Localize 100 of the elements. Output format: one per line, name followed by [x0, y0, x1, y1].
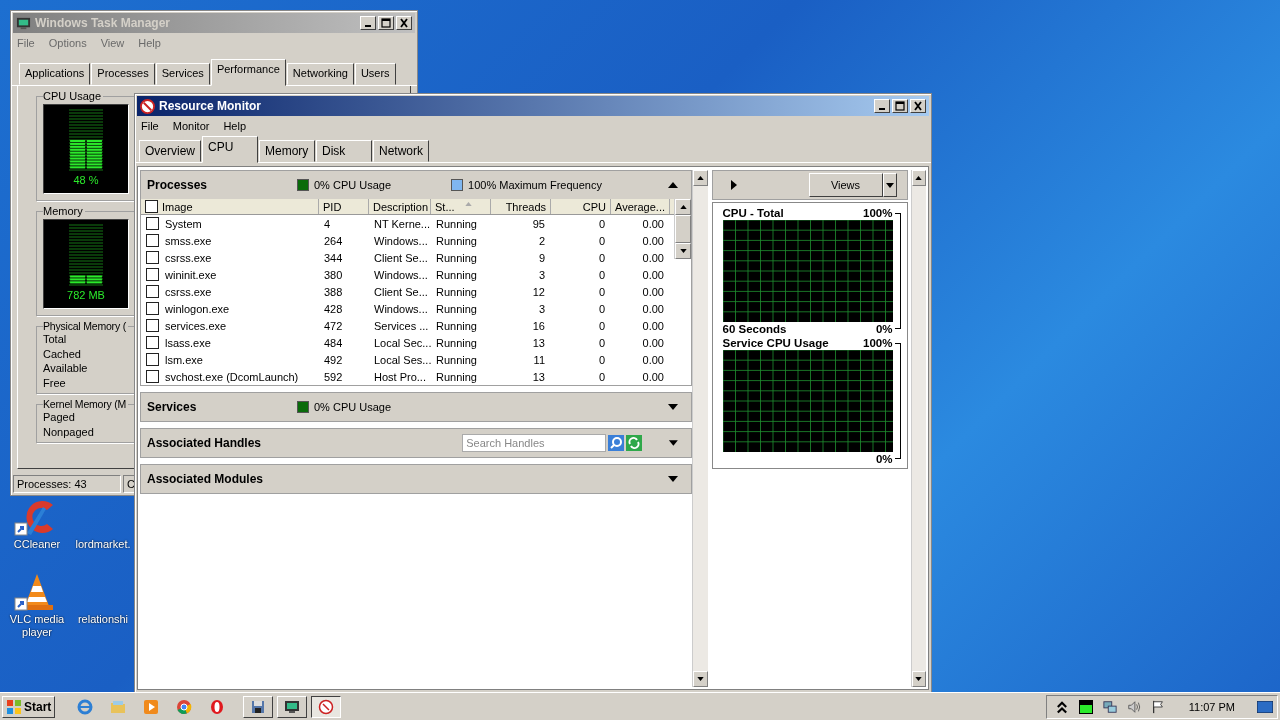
tab[interactable]: Network	[373, 140, 430, 162]
maximize-icon	[380, 18, 392, 28]
network-icon[interactable]	[1102, 699, 1117, 714]
section-header[interactable]: Associated Modules	[141, 465, 691, 493]
table-cell: 0	[598, 234, 605, 247]
table-cell: System	[165, 217, 202, 230]
taskbar-button[interactable]	[311, 695, 342, 718]
scroll-up-icon[interactable]	[679, 205, 687, 209]
legend-label: 0% CPU Usage	[314, 179, 392, 191]
show-desktop-icon[interactable]	[1257, 700, 1273, 713]
tab[interactable]: Overview	[139, 140, 201, 162]
tab[interactable]: CPU	[202, 136, 258, 163]
collapse-icon[interactable]	[667, 181, 679, 189]
group-label: CPU Usage	[43, 90, 104, 102]
tab[interactable]: Applications	[19, 63, 91, 85]
monitor-icon	[284, 698, 301, 715]
memory-label: Total	[43, 332, 67, 347]
no-sign-icon	[318, 698, 335, 715]
tab[interactable]: Services	[155, 63, 210, 85]
start-button[interactable]: Start	[2, 695, 56, 718]
tab[interactable]: Users	[354, 63, 396, 85]
play-icon[interactable]	[730, 180, 737, 190]
column-header[interactable]: Threads	[491, 199, 551, 214]
scrollbar[interactable]	[674, 199, 691, 259]
desktop-icon-label[interactable]: CCleaner	[13, 538, 61, 551]
table-cell: csrss.exe	[165, 285, 212, 298]
tab[interactable]: Processes	[91, 63, 155, 85]
caret-icon	[885, 182, 894, 188]
checkbox[interactable]	[145, 200, 158, 213]
section-header[interactable]: Associated Handles Search Handles	[141, 429, 691, 457]
table-cell: 11	[533, 353, 545, 366]
browser-icon[interactable]	[176, 698, 193, 715]
flag-icon[interactable]	[1150, 699, 1165, 714]
expand-icon[interactable]	[667, 403, 679, 411]
refresh-icon[interactable]	[626, 435, 643, 451]
memory-label: Cached	[43, 346, 81, 361]
menu-item[interactable]: Monitor	[172, 120, 210, 132]
menu-item[interactable]: Help	[223, 120, 247, 132]
column-header[interactable]: Average...	[611, 199, 670, 214]
checkbox[interactable]	[146, 353, 159, 366]
clock[interactable]: 11:07 PM	[1188, 700, 1235, 713]
table-cell: 0	[598, 336, 605, 349]
column-header[interactable]: Description	[369, 199, 431, 214]
scroll-up-icon[interactable]	[915, 176, 923, 180]
checkbox[interactable]	[146, 285, 159, 298]
table-cell: Host Pro...	[374, 370, 426, 383]
checkbox[interactable]	[146, 336, 159, 349]
menu-item[interactable]: File	[17, 37, 35, 49]
table-cell: 380	[324, 268, 343, 281]
table-cell: 0.00	[642, 302, 664, 315]
legend-label: 0% CPU Usage	[314, 401, 392, 413]
views-button[interactable]: Views	[808, 173, 883, 197]
menu-item[interactable]: Help	[138, 37, 161, 49]
browser-icon[interactable]	[77, 698, 94, 715]
scroll-down-icon[interactable]	[679, 249, 687, 253]
table-cell: Running	[436, 336, 477, 349]
desktop-icon-label[interactable]: lordmarket.	[75, 538, 131, 551]
tab[interactable]: Networking	[286, 63, 354, 85]
tab[interactable]: Disk	[316, 140, 372, 162]
checkbox[interactable]	[146, 302, 159, 315]
scrollbar[interactable]	[910, 170, 926, 687]
menu-item[interactable]: File	[141, 120, 159, 132]
ring-icon[interactable]	[209, 698, 226, 715]
scroll-down-icon[interactable]	[915, 677, 923, 681]
expand-icon[interactable]	[667, 475, 679, 483]
scrollbar[interactable]	[692, 170, 708, 687]
expand-icon[interactable]	[668, 439, 679, 447]
checkbox[interactable]	[146, 370, 159, 383]
close-button[interactable]	[910, 99, 926, 113]
table-cell: 0.00	[642, 370, 664, 383]
checkbox[interactable]	[146, 251, 159, 264]
desktop-icon-label[interactable]: relationshi	[77, 613, 129, 626]
tab[interactable]: Performance	[210, 59, 286, 86]
column-header[interactable]: Image	[141, 199, 319, 214]
maximize-button[interactable]	[892, 99, 908, 113]
desktop-icon-label[interactable]: VLC media player	[5, 613, 69, 639]
table-cell: wininit.exe	[165, 268, 217, 281]
section-header[interactable]: Processes 0% CPU Usage 100% Maximum Frequency	[141, 171, 691, 199]
table-cell: 0	[598, 285, 605, 298]
scroll-up-icon[interactable]	[696, 176, 704, 180]
meter-icon[interactable]	[1078, 699, 1093, 714]
checkbox[interactable]	[146, 234, 159, 247]
menu-item[interactable]: Options	[48, 37, 87, 49]
checkbox[interactable]	[146, 217, 159, 230]
column-header[interactable]: St...	[431, 199, 491, 214]
column-header[interactable]: CPU	[551, 199, 611, 214]
section-header[interactable]: Services 0% CPU Usage	[141, 393, 691, 421]
menu-item[interactable]: View	[100, 37, 125, 49]
minimize-button[interactable]	[874, 99, 890, 113]
scroll-down-icon[interactable]	[696, 677, 704, 681]
checkbox[interactable]	[146, 319, 159, 332]
chevron-icon[interactable]	[1054, 699, 1069, 714]
tab[interactable]: Memory	[259, 140, 315, 162]
minimize-icon	[365, 25, 371, 27]
table-cell: 16	[532, 319, 545, 332]
checkbox[interactable]	[146, 268, 159, 281]
search-icon[interactable]	[608, 435, 625, 451]
speaker-icon[interactable]	[1126, 699, 1141, 714]
column-header[interactable]: PID	[319, 199, 369, 214]
search-field[interactable]: Search Handles	[462, 434, 607, 452]
